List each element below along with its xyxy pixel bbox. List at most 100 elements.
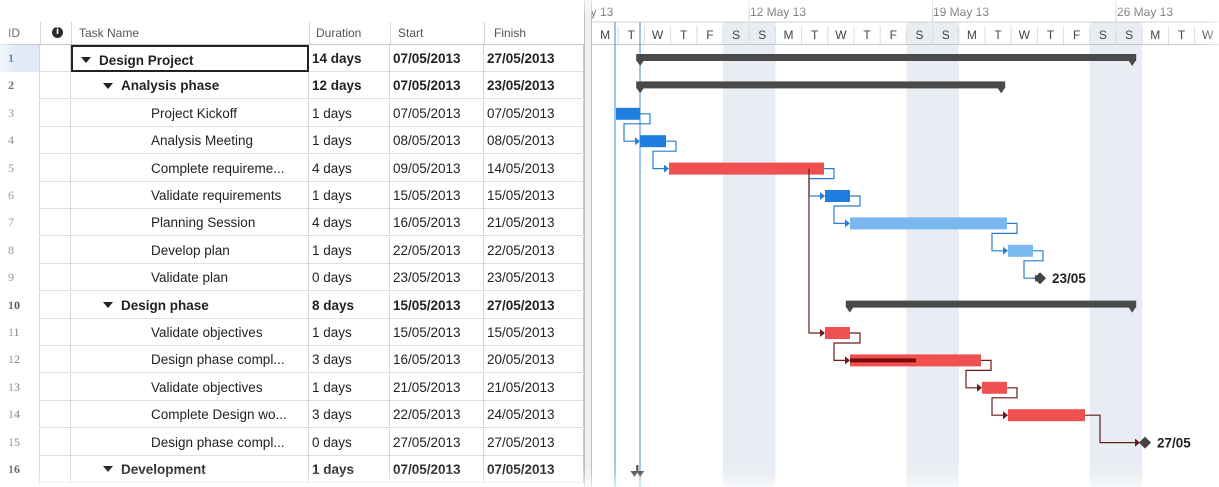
duration-cell[interactable]: 1 days xyxy=(309,373,390,401)
task-name-cell[interactable]: Validate objectives xyxy=(71,373,309,401)
task-name-cell[interactable]: Validate plan xyxy=(71,264,309,292)
task-bar[interactable] xyxy=(825,190,850,202)
indicator-cell[interactable] xyxy=(40,401,71,429)
indicator-cell[interactable] xyxy=(40,45,71,72)
critical-task-bar[interactable] xyxy=(982,381,1007,394)
finish-cell[interactable]: 27/05/2013 xyxy=(484,45,584,72)
start-cell[interactable]: 15/05/2013 xyxy=(390,291,484,319)
task-row[interactable]: 12 Design phase compl... 3 days 16/05/2013 2… xyxy=(0,346,584,374)
task-id-cell[interactable]: 12 xyxy=(0,346,40,374)
task-name-cell[interactable]: Development xyxy=(71,456,309,483)
finish-cell[interactable]: 27/05/2013 xyxy=(484,428,584,456)
duration-cell[interactable]: 12 days xyxy=(309,72,390,100)
indicator-cell[interactable] xyxy=(40,209,71,237)
indicator-cell[interactable] xyxy=(40,236,71,264)
task-name-cell[interactable]: Design phase xyxy=(71,291,309,319)
summary-task-row[interactable]: 10 Design phase 8 days 15/05/2013 27/05/2013 xyxy=(0,291,584,319)
summary-bar[interactable] xyxy=(636,465,639,472)
summary-task-row[interactable]: 2 Analysis phase 12 days 07/05/2013 23/05/20… xyxy=(0,72,584,100)
finish-cell[interactable]: 24/05/2013 xyxy=(484,401,584,429)
milestone-diamond[interactable] xyxy=(1034,272,1046,285)
finish-cell[interactable]: 20/05/2013 xyxy=(484,346,584,374)
finish-cell[interactable]: 15/05/2013 xyxy=(484,182,584,209)
task-id-cell[interactable]: 7 xyxy=(0,209,40,237)
task-bar[interactable] xyxy=(1008,244,1033,257)
task-id-cell[interactable]: 8 xyxy=(0,236,40,264)
task-name-cell[interactable]: Design phase compl... xyxy=(71,346,309,374)
duration-cell[interactable]: 4 days xyxy=(309,154,390,182)
info-icon[interactable]: i xyxy=(52,27,63,38)
indicator-cell[interactable] xyxy=(40,456,71,483)
indicator-cell[interactable] xyxy=(40,182,71,209)
duration-cell[interactable]: 3 days xyxy=(309,346,390,374)
task-id-cell[interactable]: 5 xyxy=(0,154,40,182)
task-bar[interactable] xyxy=(616,107,640,120)
start-cell[interactable]: 07/05/2013 xyxy=(390,72,484,100)
finish-cell[interactable]: 21/05/2013 xyxy=(484,209,584,237)
task-id-cell[interactable]: 13 xyxy=(0,373,40,401)
finish-cell[interactable]: 07/05/2013 xyxy=(484,99,584,127)
col-separator[interactable] xyxy=(40,22,41,44)
start-cell[interactable]: 21/05/2013 xyxy=(390,373,484,401)
duration-cell[interactable]: 1 days xyxy=(309,236,390,264)
task-id-cell[interactable]: 1 xyxy=(0,45,40,72)
task-name-cell[interactable]: Planning Session xyxy=(71,209,309,237)
task-id-cell[interactable]: 14 xyxy=(0,401,40,429)
task-id-cell[interactable]: 2 xyxy=(0,72,40,100)
duration-cell[interactable]: 1 days xyxy=(309,127,390,155)
finish-cell[interactable]: 14/05/2013 xyxy=(484,154,584,182)
duration-cell[interactable]: 1 days xyxy=(309,456,390,483)
finish-cell[interactable]: 27/05/2013 xyxy=(484,291,584,319)
indicator-cell[interactable] xyxy=(40,72,71,100)
duration-cell[interactable]: 1 days xyxy=(309,99,390,127)
task-row[interactable]: 4 Analysis Meeting 1 days 08/05/2013 08/05/2… xyxy=(0,127,584,155)
indicator-cell[interactable] xyxy=(40,346,71,374)
task-name-cell[interactable]: Analysis Meeting xyxy=(71,127,309,155)
task-row[interactable]: 6 Validate requirements 1 days 15/05/2013 15… xyxy=(0,182,584,209)
start-cell[interactable]: 08/05/2013 xyxy=(390,127,484,155)
duration-cell[interactable]: 8 days xyxy=(309,291,390,319)
col-header-id[interactable]: ID xyxy=(8,26,20,40)
col-header-task-name[interactable]: Task Name xyxy=(79,26,139,40)
task-row[interactable]: 3 Project Kickoff 1 days 07/05/2013 07/05/20… xyxy=(0,99,584,127)
task-row[interactable]: 15 Design phase compl... 0 days 27/05/2013 2… xyxy=(0,428,584,456)
task-row[interactable]: 13 Validate objectives 1 days 21/05/2013 21/… xyxy=(0,373,584,401)
indicator-cell[interactable] xyxy=(40,99,71,127)
duration-cell[interactable]: 1 days xyxy=(309,319,390,346)
col-header-duration[interactable]: Duration xyxy=(316,26,361,40)
finish-cell[interactable]: 08/05/2013 xyxy=(484,127,584,155)
task-name-cell[interactable]: Validate objectives xyxy=(71,319,309,346)
start-cell[interactable]: 07/05/2013 xyxy=(390,456,484,483)
task-row[interactable]: 11 Validate objectives 1 days 15/05/2013 15/… xyxy=(0,319,584,346)
task-id-cell[interactable]: 10 xyxy=(0,291,40,319)
finish-cell[interactable]: 23/05/2013 xyxy=(484,72,584,100)
critical-task-bar[interactable] xyxy=(1008,409,1085,422)
indicator-cell[interactable] xyxy=(40,264,71,292)
col-separator[interactable] xyxy=(71,22,72,44)
col-header-finish[interactable]: Finish xyxy=(494,26,526,40)
task-row[interactable]: 9 Validate plan 0 days 23/05/2013 23/05/2013 xyxy=(0,264,584,292)
collapse-triangle-icon[interactable] xyxy=(103,302,113,309)
task-id-cell[interactable]: 15 xyxy=(0,428,40,456)
task-id-cell[interactable]: 9 xyxy=(0,264,40,292)
task-id-cell[interactable]: 11 xyxy=(0,319,40,346)
indicator-cell[interactable] xyxy=(40,428,71,456)
summary-bar[interactable] xyxy=(845,300,1137,308)
start-cell[interactable]: 16/05/2013 xyxy=(390,209,484,237)
start-cell[interactable]: 16/05/2013 xyxy=(390,346,484,374)
task-name-cell[interactable]: Analysis phase xyxy=(71,72,309,100)
task-id-cell[interactable]: 4 xyxy=(0,127,40,155)
task-row[interactable]: 5 Complete requireme... 4 days 09/05/2013 14… xyxy=(0,154,584,182)
indicator-cell[interactable] xyxy=(40,127,71,155)
task-row[interactable]: 7 Planning Session 4 days 16/05/2013 21/05/2… xyxy=(0,209,584,237)
indicator-cell[interactable] xyxy=(40,291,71,319)
col-separator[interactable] xyxy=(484,22,485,44)
task-name-cell[interactable]: Complete requireme... xyxy=(71,154,309,182)
duration-cell[interactable]: 14 days xyxy=(309,45,390,72)
task-name-cell[interactable]: Project Kickoff xyxy=(71,99,309,127)
finish-cell[interactable]: 07/05/2013 xyxy=(484,456,584,483)
indicator-cell[interactable] xyxy=(40,373,71,401)
task-bar[interactable] xyxy=(850,217,1007,230)
task-name-cell[interactable]: Design phase compl... xyxy=(71,428,309,456)
task-row[interactable]: 14 Complete Design wo... 3 days 22/05/2013 2… xyxy=(0,401,584,429)
